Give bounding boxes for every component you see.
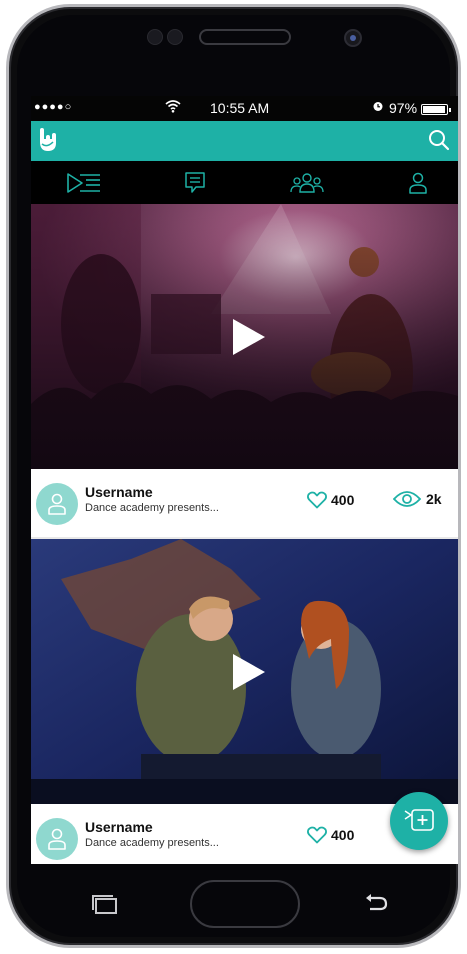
- battery-percent: 97%: [389, 100, 418, 116]
- video-list-icon: [67, 172, 100, 193]
- like-button[interactable]: 400: [307, 826, 354, 844]
- tab-community[interactable]: [277, 161, 337, 204]
- video-description: Dance academy presents...: [85, 502, 219, 514]
- tab-bar: [31, 161, 458, 204]
- tab-videos[interactable]: [54, 161, 114, 204]
- tab-profile[interactable]: [388, 161, 448, 204]
- video-card: Username Dance academy presents... 400 2…: [31, 204, 458, 547]
- like-count: 400: [331, 827, 355, 843]
- user-icon: [409, 172, 427, 194]
- view-count: 2k: [426, 491, 442, 507]
- sensor-icon: [147, 29, 163, 45]
- group-icon: [290, 172, 324, 193]
- alarm-icon: [372, 100, 384, 115]
- sensor-icon: [167, 29, 183, 45]
- video-add-icon: [404, 809, 434, 831]
- add-video-button[interactable]: [390, 792, 448, 850]
- video-info-bar: Username Dance academy presents... 400 2…: [31, 469, 458, 537]
- username[interactable]: Username: [85, 819, 153, 835]
- search-icon[interactable]: [428, 129, 450, 151]
- rock-hand-logo-icon[interactable]: [37, 128, 59, 154]
- app-header: [31, 121, 458, 161]
- like-button[interactable]: 400: [307, 491, 354, 509]
- heart-icon: [307, 491, 327, 509]
- earpiece-speaker: [199, 29, 291, 45]
- video-description: Dance academy presents...: [85, 837, 219, 849]
- heart-icon: [307, 826, 327, 844]
- chat-icon: [185, 171, 205, 193]
- status-bar: ●●●●○ 10:55 AM 97%: [31, 96, 458, 121]
- app-screen: ●●●●○ 10:55 AM 97% Username Dance academ…: [31, 96, 458, 864]
- user-avatar-icon: [48, 493, 66, 515]
- username[interactable]: Username: [85, 484, 153, 500]
- play-icon[interactable]: [231, 317, 267, 357]
- avatar[interactable]: [36, 483, 78, 525]
- front-camera-icon: [344, 29, 362, 47]
- hardware-nav-bar: [60, 880, 405, 930]
- battery-icon: [421, 104, 451, 115]
- recent-apps-icon[interactable]: [90, 893, 120, 915]
- clock-time: 10:55 AM: [210, 100, 270, 116]
- avatar[interactable]: [36, 818, 78, 860]
- views-indicator: 2k: [393, 491, 442, 507]
- eye-icon: [393, 491, 421, 507]
- wifi-icon: [165, 99, 181, 116]
- back-arrow-icon[interactable]: [360, 892, 390, 914]
- user-avatar-icon: [48, 828, 66, 850]
- tab-messages[interactable]: [165, 161, 225, 204]
- video-thumbnail[interactable]: [31, 204, 458, 469]
- signal-strength: ●●●●○: [34, 101, 73, 113]
- home-button[interactable]: [190, 880, 300, 928]
- like-count: 400: [331, 492, 355, 508]
- video-thumbnail[interactable]: [31, 539, 458, 804]
- play-icon[interactable]: [231, 652, 267, 692]
